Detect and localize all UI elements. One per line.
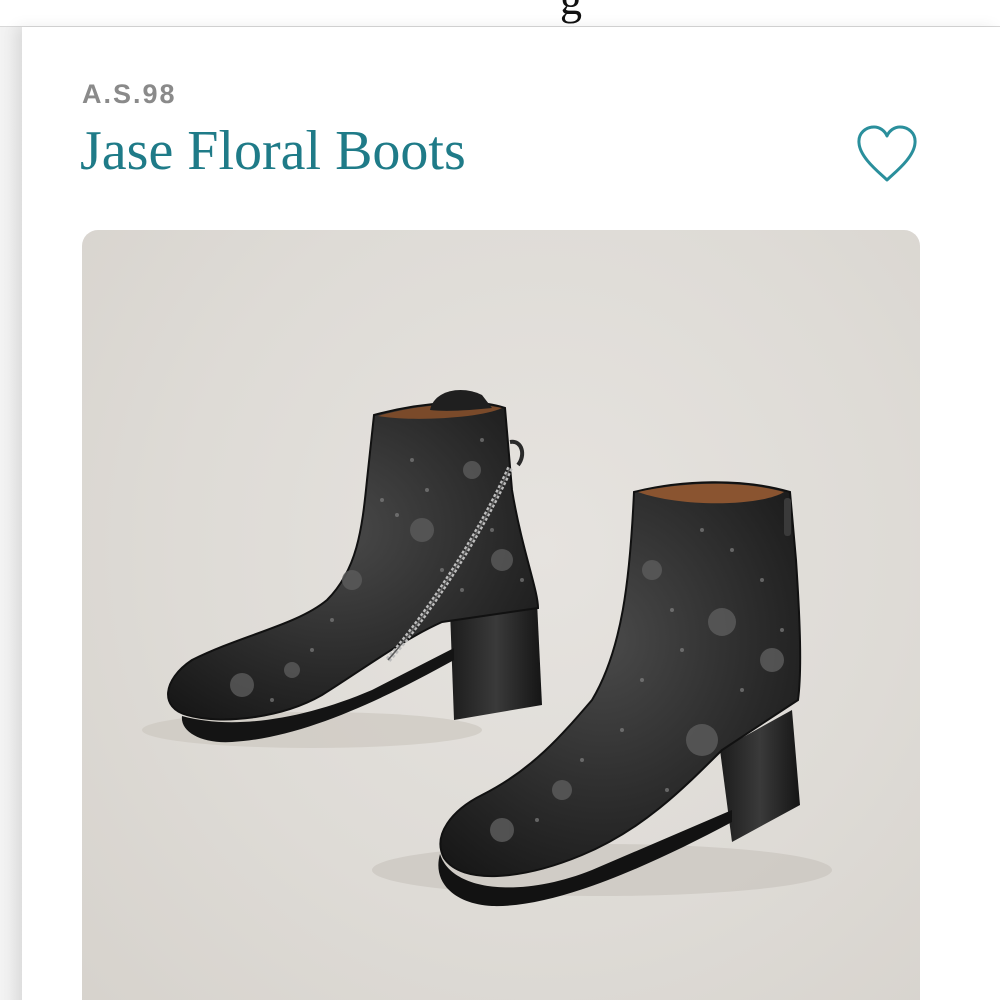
product-title: Jase Floral Boots	[80, 120, 466, 182]
heart-outline-icon	[857, 125, 917, 182]
wishlist-button[interactable]	[854, 122, 920, 188]
boots-photo	[142, 390, 832, 907]
product-detail-screen: g A.S.98 Jase Floral Boots	[0, 0, 1000, 1000]
product-image[interactable]	[82, 230, 920, 1000]
product-brand: A.S.98	[82, 79, 177, 109]
page-header: g	[0, 0, 1000, 27]
product-sheet: A.S.98 Jase Floral Boots	[22, 27, 1000, 1000]
header-title-fragment: g	[560, 0, 582, 25]
left-boot	[167, 390, 542, 743]
